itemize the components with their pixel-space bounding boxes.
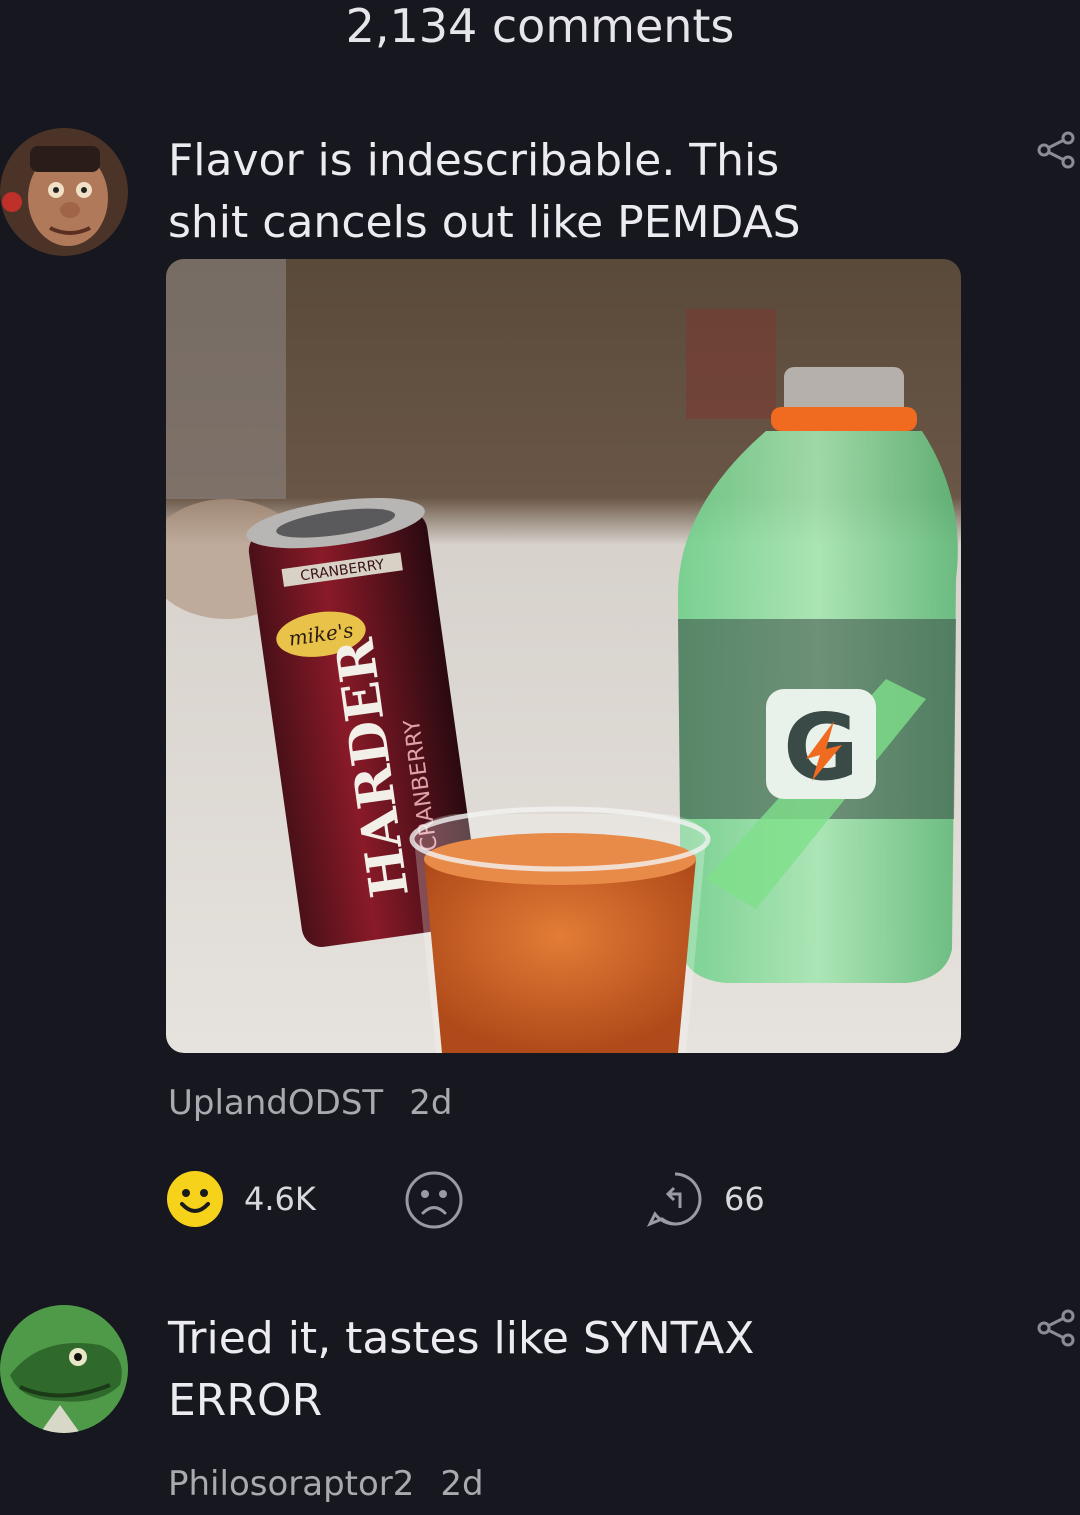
smile-icon	[167, 1171, 223, 1227]
comment-photo[interactable]: CRANBERRY mike's HARDER CRANBERRY G	[166, 259, 961, 1053]
reply-button[interactable]: 66	[646, 1170, 765, 1228]
comment-text: Tried it, tastes like SYNTAX ERROR	[168, 1308, 908, 1432]
frown-icon	[405, 1171, 463, 1229]
comment-meta: Philosoraptor2 2d	[168, 1464, 484, 1504]
share-icon[interactable]	[1036, 1308, 1076, 1348]
share-icon[interactable]	[1036, 130, 1076, 170]
comment-text-line: shit cancels out like PEMDAS	[168, 197, 801, 248]
username[interactable]: UplandODST	[168, 1083, 383, 1123]
timestamp: 2d	[409, 1083, 453, 1123]
comment-actions: 4.6K 66	[166, 1170, 866, 1230]
reply-icon	[646, 1172, 702, 1227]
comment-count: 2,134 comments	[345, 0, 735, 53]
comment-text-line: Flavor is indescribable. This	[168, 135, 780, 186]
avatar[interactable]	[0, 128, 128, 256]
comment-meta: UplandODST 2d	[168, 1083, 452, 1123]
reply-count: 66	[724, 1180, 765, 1218]
timestamp: 2d	[440, 1464, 484, 1504]
username[interactable]: Philosoraptor2	[168, 1464, 414, 1504]
downvote-button[interactable]	[404, 1170, 464, 1230]
comment-text-line: Tried it, tastes like SYNTAX	[168, 1313, 755, 1364]
upvote-button[interactable]: 4.6K	[166, 1170, 316, 1228]
avatar[interactable]	[0, 1305, 128, 1433]
upvote-count: 4.6K	[244, 1180, 316, 1218]
comments-header: 2,134 comments	[0, 0, 1080, 60]
comment-text: Flavor is indescribable. This shit cance…	[168, 130, 908, 254]
comment-text-line: ERROR	[168, 1375, 323, 1426]
